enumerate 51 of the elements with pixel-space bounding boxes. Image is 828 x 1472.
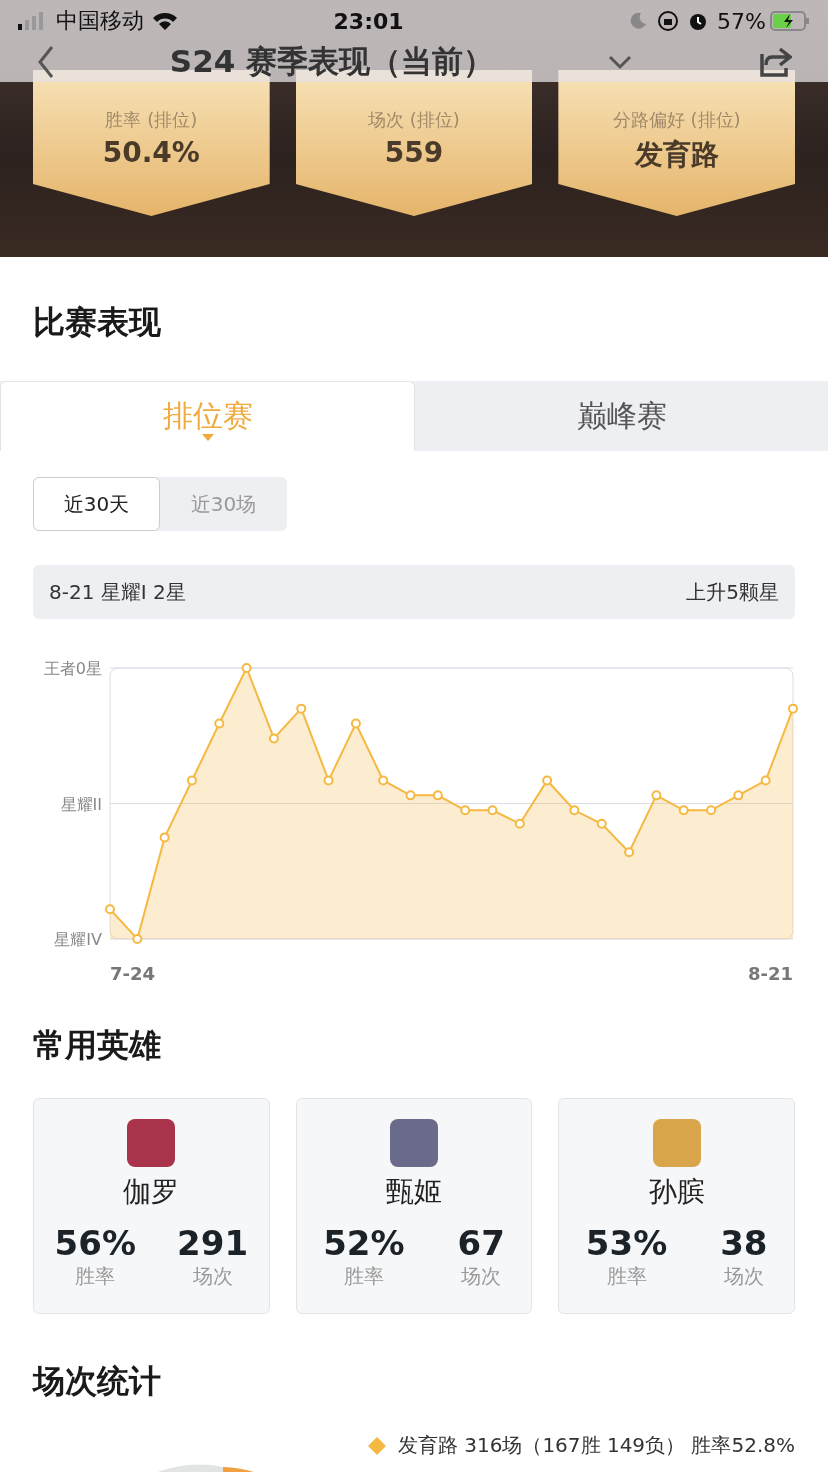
avatar-placeholder	[390, 1119, 438, 1167]
y-axis-label: 星耀IV	[54, 930, 102, 949]
stat-label: 胜率	[343, 1263, 384, 1290]
win-rate: 53%	[585, 1223, 668, 1263]
legend-text: 发育路 316场（167胜 149负） 胜率52.8%	[397, 1432, 795, 1459]
y-axis-label: 王者0星	[43, 659, 102, 678]
games-count: 38	[720, 1223, 768, 1263]
stat-label: 场次	[461, 1263, 502, 1290]
battery-charging-icon	[770, 11, 810, 31]
hero-card[interactable]: 伽罗 56% 胜率 291 场次	[33, 1098, 270, 1314]
hero-name: 伽罗	[123, 1174, 180, 1210]
badge-label: 场次 (排位)	[368, 108, 460, 132]
badge-value: 发育路	[634, 137, 719, 173]
x-axis-label: 7-24	[110, 963, 156, 984]
badge-value: 50.4%	[102, 136, 200, 169]
badge-label: 胜率 (排位)	[105, 108, 198, 132]
current-rank: 8-21 星耀I 2星	[49, 578, 186, 606]
section-title: 常用英雄	[33, 1025, 162, 1066]
win-rate: 56%	[54, 1223, 136, 1263]
hero-name: 孙膑	[648, 1174, 705, 1210]
carrier-name: 中国移动	[56, 7, 144, 35]
battery-percent: 57%	[717, 8, 766, 34]
moon-icon	[629, 12, 648, 30]
page-title: S24 赛季表现（当前）	[168, 42, 496, 81]
wifi-icon	[152, 11, 178, 31]
rank-change: 上升5颗星	[686, 578, 779, 606]
hero-card[interactable]: 甄姬 52% 胜率 67 场次	[295, 1098, 533, 1314]
rotation-lock-icon	[657, 10, 680, 32]
share-icon[interactable]	[758, 46, 792, 78]
avatar-placeholder	[652, 1119, 701, 1167]
avatar-placeholder	[127, 1119, 176, 1167]
back-icon[interactable]	[36, 45, 56, 79]
caret-icon	[201, 434, 214, 441]
chevron-down-icon[interactable]	[608, 54, 632, 70]
stat-label: 胜率	[606, 1263, 647, 1290]
badge-label: 分路偏好 (排位)	[612, 108, 741, 132]
games-count: 291	[177, 1223, 249, 1263]
section-title: 场次统计	[33, 1361, 162, 1402]
x-axis-label: 8-21	[747, 963, 793, 984]
stat-label: 场次	[723, 1263, 764, 1290]
y-axis-label: 星耀II	[60, 794, 102, 814]
clock-time: 23:01	[332, 8, 405, 34]
hero-name: 甄姬	[386, 1174, 442, 1210]
badge-value: 559	[384, 136, 444, 169]
stat-label: 场次	[192, 1263, 233, 1290]
stat-label: 胜率	[75, 1263, 116, 1290]
games-count: 67	[457, 1223, 505, 1263]
win-rate: 52%	[323, 1223, 405, 1263]
section-title: 比赛表现	[33, 302, 162, 343]
hero-card[interactable]: 孙膑 53% 胜率 38 场次	[558, 1098, 795, 1314]
range-option[interactable]: 近30天	[33, 477, 160, 531]
